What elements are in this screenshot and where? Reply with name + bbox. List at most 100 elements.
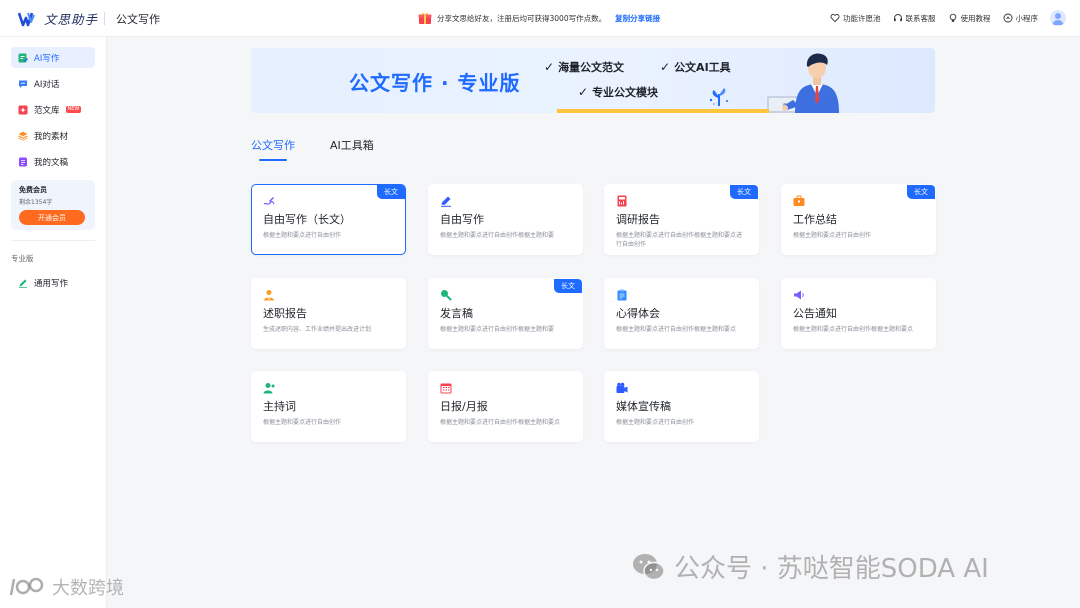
sidebar-item-label: 范文库 [34, 105, 60, 116]
check-icon: ✓ [660, 60, 671, 74]
card-title: 日报/月报 [440, 400, 488, 413]
card-speech-draft[interactable]: 发言稿 根据主题和要点进行自由创作根据主题和要 长文 [428, 278, 583, 349]
mini-program-link[interactable]: 小程序 [1003, 13, 1039, 24]
mini-program-icon [1003, 13, 1012, 23]
card-daily-monthly-report[interactable]: 日报/月报 根据主题和要点进行自由创作根据主题和要点 [428, 371, 583, 442]
headset-icon [893, 14, 902, 22]
card-announcement[interactable]: 公告通知 根据主题和要点进行自由创作根据主题和要点 [781, 278, 936, 349]
user-avatar[interactable] [1050, 10, 1066, 26]
ai-write-icon [18, 53, 28, 62]
card-title: 自由写作 [440, 213, 484, 226]
chat-icon [19, 80, 27, 88]
long-form-tag: 长文 [377, 185, 405, 199]
sidebar-item-label: 我的文稿 [34, 157, 69, 168]
documents-icon [19, 157, 27, 166]
sidebar-item-library[interactable]: 范文库 NEW [11, 99, 95, 120]
clipboard-icon [617, 289, 627, 301]
sidebar-item-label: 通用写作 [34, 278, 69, 289]
card-title: 调研报告 [616, 213, 660, 226]
banner-feature: ✓ 海量公文范文 [544, 59, 624, 75]
speech-icon [441, 290, 452, 301]
tab-ai-toolbox[interactable]: AI工具箱 [330, 137, 374, 161]
banner-feature-label: 专业公文模块 [592, 86, 659, 99]
sidebar-item-documents[interactable]: 我的文稿 [11, 151, 95, 172]
camera-icon [616, 382, 628, 393]
host-icon [263, 383, 275, 394]
card-description: 根据主题和要点进行自由创作根据主题和要 [440, 326, 555, 333]
long-form-tag: 长文 [907, 185, 935, 199]
mini-program-label: 小程序 [1015, 13, 1039, 23]
pen-scribble-icon [263, 197, 275, 205]
upgrade-membership-button[interactable]: 开通会员 [19, 210, 85, 225]
sidebar-nav: AI写作 AI对话 范文库 NEW 我的素材 我的文稿 [0, 37, 106, 172]
card-work-summary[interactable]: 工作总结 根据主题和要点进行自由创作 长文 [781, 184, 936, 255]
card-title: 公告通知 [793, 307, 837, 320]
library-icon [18, 105, 28, 114]
sidebar-item-ai-chat[interactable]: AI对话 [11, 73, 95, 94]
card-title: 工作总结 [793, 213, 837, 226]
card-description: 根据主题和要点进行自由创作根据主题和要点 [440, 419, 561, 426]
logo-text: 文思助手 [44, 12, 99, 27]
banner-title: 公文写作 · 专业版 [349, 71, 521, 95]
banner-feature: ✓ 专业公文模块 [578, 84, 658, 100]
wishlist-link[interactable]: 功能许愿池 [830, 13, 881, 24]
card-title: 主持词 [263, 400, 296, 413]
sidebar-item-materials[interactable]: 我的素材 [11, 125, 95, 146]
heart-icon [830, 14, 840, 23]
tutorial-link[interactable]: 使用教程 [948, 13, 991, 24]
header-actions: 功能许愿池 联系客服 使用教程 小程序 [830, 10, 1066, 26]
avatar-icon [1052, 13, 1064, 25]
card-description: 根据主题和要点进行自由创作 [263, 419, 342, 426]
report-book-icon [617, 195, 627, 207]
card-free-writing-long[interactable]: 自由写作（长文） 根据主题和要点进行自由创作 长文 [251, 184, 406, 255]
card-description: 根据主题和要点进行自由创作根据主题和要点 [616, 326, 737, 333]
banner-feature: ✓ 公文AI工具 [660, 59, 731, 75]
card-description: 根据主题和要点进行自由创作根据主题和要点进行自由创作 [616, 232, 743, 248]
card-host-script[interactable]: 主持词 根据主题和要点进行自由创作 [251, 371, 406, 442]
megaphone-icon [794, 290, 804, 300]
tutorial-label: 使用教程 [960, 13, 991, 23]
card-experience-reflection[interactable]: 心得体会 根据主题和要点进行自由创作根据主题和要点 [604, 278, 759, 349]
card-description: 生成述职内容、工作业绩并提出改进计划 [263, 326, 372, 333]
pro-section-label: 专业版 [11, 254, 34, 263]
sidebar-item-label: AI写作 [34, 53, 60, 64]
long-form-tag: 长文 [730, 185, 758, 199]
person-icon [264, 290, 274, 301]
sidebar-item-label: 我的素材 [34, 131, 69, 142]
card-free-writing[interactable]: 自由写作 根据主题和要点进行自由创作根据主题和要 [428, 184, 583, 255]
calendar-icon [440, 383, 452, 394]
card-media-publicity[interactable]: 媒体宣传稿 根据主题和要点进行自由创作 [604, 371, 759, 442]
watermark-official-account: 公众号 · 苏哒智能SODA AI [632, 548, 989, 585]
pen-icon [19, 279, 27, 288]
card-duty-report[interactable]: 述职报告 生成述职内容、工作业绩并提出改进计划 [251, 278, 406, 349]
card-title: 述职报告 [263, 307, 307, 320]
pencil-icon [441, 196, 451, 207]
check-icon: ✓ [578, 85, 589, 99]
card-description: 根据主题和要点进行自由创作根据主题和要点 [793, 326, 914, 333]
membership-card: 免费会员 剩余1354字 开通会员 [11, 180, 95, 230]
promo-hero-banner: 公文写作 · 专业版 ✓ 海量公文范文 ✓ 公文AI工具 ✓ 专业公文模块 [251, 48, 935, 113]
customer-service-link[interactable]: 联系客服 [893, 13, 936, 24]
copy-share-link[interactable]: 复制分享链接 [615, 13, 660, 24]
banner-feature-label: 海量公文范文 [558, 61, 625, 74]
check-icon: ✓ [544, 60, 555, 74]
card-title: 自由写作（长文） [263, 213, 351, 226]
card-description: 根据主题和要点进行自由创作 [616, 419, 695, 426]
promo-text: 分享文思给好友，注册后均可获得3000写作点数。 [437, 13, 607, 23]
briefcase-icon [793, 195, 805, 206]
sidebar-item-ai-writing[interactable]: AI写作 [11, 47, 95, 68]
remaining-words: 剩余1354字 [19, 199, 53, 206]
sidebar-item-general-writing[interactable]: 通用写作 [11, 272, 95, 293]
new-badge: NEW [65, 106, 82, 113]
customer-service-label: 联系客服 [905, 13, 936, 23]
card-research-report[interactable]: 调研报告 根据主题和要点进行自由创作根据主题和要点进行自由创作 长文 [604, 184, 759, 255]
app-logo[interactable]: 文思助手 [18, 9, 98, 28]
watermark-left-text: 大数跨境 [52, 578, 124, 599]
promo-banner: 分享文思给好友，注册后均可获得3000写作点数。 复制分享链接 [418, 11, 660, 25]
tab-official-writing[interactable]: 公文写作 [251, 137, 295, 161]
brand-mark-icon [9, 577, 44, 596]
card-title: 媒体宣传稿 [616, 400, 671, 413]
sidebar-item-label: AI对话 [34, 79, 60, 90]
bulb-icon [949, 13, 956, 22]
top-bar: 文思助手 公文写作 分享文思给好友，注册后均可获得3000写作点数。 复制分享链… [0, 0, 1080, 37]
